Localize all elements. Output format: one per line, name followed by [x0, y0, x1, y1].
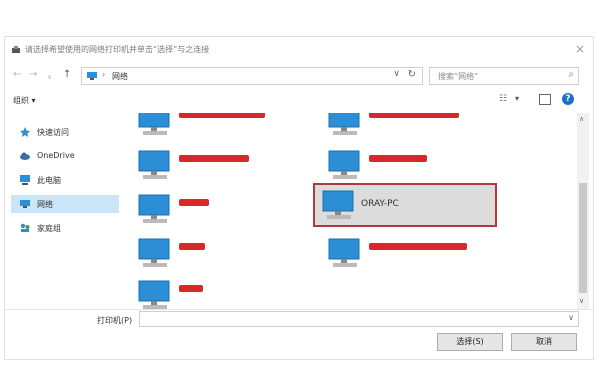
- computer-name: ORAY-PC: [361, 199, 399, 209]
- navigation-pane: 快速访问 OneDrive 此电脑 网络 家庭组: [5, 117, 123, 311]
- sidebar-item-onedrive[interactable]: OneDrive: [11, 147, 119, 165]
- redacted-name: [369, 243, 467, 250]
- printer-combobox[interactable]: ∨: [139, 311, 579, 327]
- cloud-icon: [20, 152, 30, 160]
- command-toolbar: 组织 ▾ ☷ ▾ ?: [5, 89, 593, 111]
- footer-divider: [5, 309, 593, 310]
- sidebar-item-this-pc[interactable]: 此电脑: [11, 171, 119, 189]
- star-icon: [20, 127, 30, 137]
- scroll-up-icon[interactable]: ∧: [579, 115, 584, 123]
- sidebar-item-label: 快速访问: [37, 128, 69, 137]
- address-bar[interactable]: › 网络 ∨ ↻: [81, 67, 423, 85]
- computer-icon: [328, 238, 360, 267]
- sidebar-item-label: 此电脑: [37, 176, 61, 185]
- printer-app-icon: [12, 46, 20, 53]
- computer-icon: [138, 238, 170, 267]
- vertical-scrollbar[interactable]: ∧ ∨: [577, 113, 589, 309]
- sidebar-item-label: 家庭组: [37, 224, 61, 233]
- network-computer-oray-pc[interactable]: ORAY-PC: [313, 183, 497, 227]
- cancel-button[interactable]: 取消: [511, 333, 577, 351]
- printer-dropdown-icon[interactable]: ∨: [568, 313, 574, 322]
- network-computer[interactable]: [133, 143, 303, 183]
- select-button[interactable]: 选择(S): [437, 333, 503, 351]
- computer-icon: [328, 113, 360, 135]
- scroll-down-icon[interactable]: ∨: [579, 297, 584, 305]
- network-computer[interactable]: [133, 231, 303, 271]
- computer-icon: [138, 280, 170, 309]
- sidebar-item-quick-access[interactable]: 快速访问: [11, 123, 119, 141]
- computer-icon: [20, 175, 30, 185]
- redacted-name: [179, 113, 265, 118]
- back-arrow-icon[interactable]: ←: [13, 70, 21, 80]
- preview-pane-icon[interactable]: [539, 94, 551, 105]
- sidebar-item-label: 网络: [37, 200, 53, 209]
- redacted-name: [369, 113, 459, 118]
- redacted-name: [179, 243, 205, 250]
- navigation-bar: ← → ∨ ↑ › 网络 ∨ ↻ 搜索“网络” ⌕: [5, 63, 593, 89]
- sidebar-item-network[interactable]: 网络: [11, 195, 119, 213]
- computer-icon: [328, 150, 360, 179]
- search-placeholder: 搜索“网络”: [438, 72, 479, 81]
- up-arrow-icon[interactable]: ↑: [63, 70, 71, 80]
- refresh-icon[interactable]: ↻: [408, 69, 416, 80]
- sidebar-item-label: OneDrive: [37, 151, 75, 160]
- network-computer[interactable]: [133, 187, 303, 227]
- view-options-icon[interactable]: ☷: [499, 94, 507, 104]
- redacted-name: [179, 155, 249, 162]
- printer-select-dialog: 请选择希望使用的网络打印机并单击“选择”与之连接 × ← → ∨ ↑ › 网络 …: [4, 36, 594, 360]
- view-dropdown-icon[interactable]: ▾: [515, 94, 519, 103]
- computer-icon: [138, 194, 170, 223]
- search-icon[interactable]: ⌕: [568, 69, 574, 80]
- title-bar: 请选择希望使用的网络打印机并单击“选择”与之连接 ×: [5, 37, 593, 63]
- network-computer[interactable]: [133, 113, 303, 139]
- network-icon: [20, 200, 30, 208]
- help-icon[interactable]: ?: [562, 93, 574, 105]
- network-computer[interactable]: [133, 273, 303, 309]
- redacted-name: [369, 155, 427, 162]
- network-computer[interactable]: [323, 143, 493, 183]
- homegroup-icon: [20, 223, 30, 232]
- redacted-name: [179, 199, 209, 206]
- sidebar-item-homegroup[interactable]: 家庭组: [11, 219, 119, 237]
- recent-locations-dropdown[interactable]: ∨: [47, 72, 52, 82]
- printer-label: 打印机(P): [97, 316, 133, 325]
- computer-icon: [138, 150, 170, 179]
- forward-arrow-icon[interactable]: →: [29, 70, 37, 80]
- network-icon: [87, 72, 97, 80]
- close-icon[interactable]: ×: [575, 43, 585, 55]
- address-dropdown-icon[interactable]: ∨: [393, 69, 400, 79]
- computer-icon: [322, 190, 354, 219]
- network-computer[interactable]: [323, 113, 493, 139]
- breadcrumb-separator: ›: [102, 70, 106, 79]
- computer-icon: [138, 113, 170, 135]
- dialog-title: 请选择希望使用的网络打印机并单击“选择”与之连接: [25, 45, 210, 54]
- search-box[interactable]: 搜索“网络” ⌕: [429, 67, 579, 85]
- network-computer[interactable]: [323, 231, 493, 271]
- breadcrumb-network[interactable]: 网络: [112, 71, 128, 82]
- network-computers-view: ORAY-PC: [129, 113, 569, 309]
- redacted-name: [179, 285, 203, 292]
- organize-menu[interactable]: 组织 ▾: [13, 95, 36, 106]
- scrollbar-thumb[interactable]: [579, 183, 587, 293]
